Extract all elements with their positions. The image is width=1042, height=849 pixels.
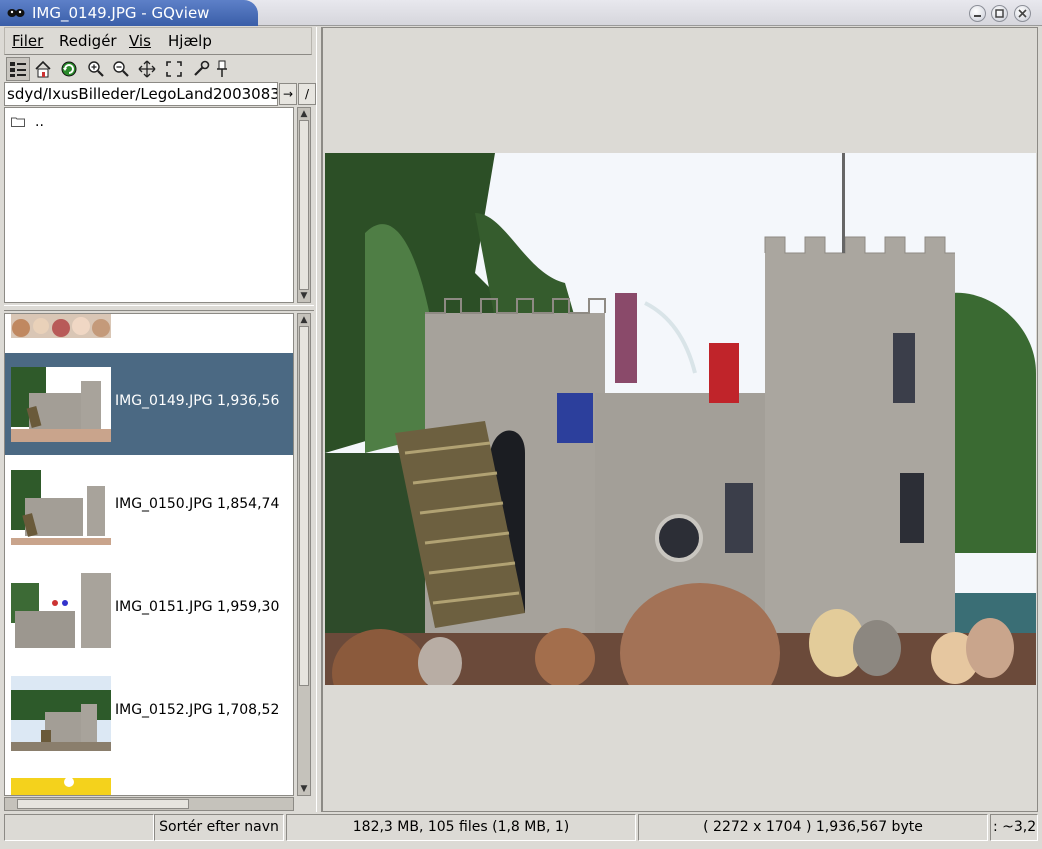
minimize-button[interactable] [969, 5, 986, 22]
thumbnail-image [11, 367, 111, 442]
thumbnail-hscrollbar[interactable] [4, 797, 294, 811]
window-title-tab: IMG_0149.JPG - GQview [0, 0, 258, 26]
status-image-info: ( 2272 x 1704 ) 1,936,567 byte [638, 814, 988, 841]
thumbnail-row[interactable]: IMG_0150.JPG 1,854,74 [5, 456, 293, 558]
close-button[interactable] [1014, 5, 1031, 22]
scroll-down-icon[interactable]: ▼ [299, 290, 309, 302]
window-titlebar[interactable]: IMG_0149.JPG - GQview [0, 0, 1042, 26]
thumbnail-scroll-thumb[interactable] [299, 326, 309, 686]
zoom-out-icon [113, 61, 129, 77]
path-input[interactable]: sdyd/IxusBilleder/LegoLand20030830 [4, 82, 278, 106]
scroll-up-icon[interactable]: ▲ [299, 314, 309, 326]
thumbnail-hscroll-thumb[interactable] [17, 799, 189, 809]
zoom-out-button[interactable] [109, 57, 133, 81]
go-arrow-icon: → [282, 87, 294, 101]
menu-hjaelp[interactable]: Hjælp [168, 32, 212, 50]
fullscreen-icon [166, 61, 182, 77]
menu-vis[interactable]: Vis [129, 32, 151, 50]
preferences-icon [194, 60, 210, 76]
thumbnail-row[interactable]: IMG_0149.JPG 1,936,56 [5, 353, 293, 455]
thumbnail-image-partial [11, 778, 111, 795]
zoom-in-button[interactable] [84, 57, 108, 81]
path-bar: sdyd/IxusBilleder/LegoLand20030830 → / [4, 82, 316, 106]
window-title: IMG_0149.JPG - GQview [32, 4, 210, 22]
thumbnails-toggle-button[interactable] [6, 57, 30, 81]
thumbnail-image [11, 676, 111, 751]
maximize-icon [995, 9, 1004, 18]
pane-divider[interactable] [4, 305, 314, 311]
close-icon [1018, 9, 1027, 18]
fullscreen-button[interactable] [162, 57, 186, 81]
dir-item-parent[interactable]: .. [11, 114, 44, 130]
thumbnail-row[interactable]: IMG_0151.JPG 1,959,30 [5, 559, 293, 661]
menu-filer[interactable]: Filer [12, 32, 43, 50]
dir-item-label: .. [35, 114, 44, 130]
thumbnail-image-partial [11, 314, 111, 338]
path-go-button[interactable]: → [279, 83, 297, 105]
home-button[interactable] [31, 57, 55, 81]
menubar: Filer Redigér Vis Hjælp [4, 27, 312, 55]
float-icon [217, 60, 227, 77]
refresh-icon [61, 61, 77, 77]
zoom-fit-icon [138, 60, 156, 78]
zoom-fit-button[interactable] [135, 57, 159, 81]
scroll-up-icon[interactable]: ▲ [299, 108, 309, 120]
thumbnail-row[interactable]: IMG_0152.JPG 1,708,52 [5, 662, 293, 764]
thumbnail-label: IMG_0150.JPG 1,854,74 [115, 496, 280, 512]
home-icon [35, 60, 51, 78]
thumbnail-list[interactable]: IMG_0149.JPG 1,936,56 IMG_0150.JPG 1,854… [4, 313, 294, 796]
thumbnail-label: IMG_0149.JPG 1,936,56 [115, 393, 280, 409]
thumbnail-label: IMG_0151.JPG 1,959,30 [115, 599, 280, 615]
status-spacer [4, 814, 154, 841]
dirlist-scroll-thumb[interactable] [299, 120, 309, 290]
refresh-button[interactable] [57, 57, 81, 81]
minimize-icon [974, 15, 981, 17]
thumbnail-label: IMG_0152.JPG 1,708,52 [115, 702, 280, 718]
path-root-button[interactable]: / [298, 83, 316, 105]
image-display[interactable] [325, 153, 1036, 685]
thumbnails-icon [10, 62, 26, 77]
folder-icon [11, 117, 25, 127]
image-view[interactable] [322, 27, 1038, 812]
float-button[interactable] [210, 57, 234, 81]
thumbnail-scrollbar[interactable]: ▲ ▼ [297, 313, 311, 796]
dirlist-scrollbar[interactable]: ▲ ▼ [297, 107, 311, 303]
toolbar [4, 57, 314, 81]
status-bar: Sortér efter navn 182,3 MB, 105 files (1… [0, 812, 1042, 842]
status-summary: 182,3 MB, 105 files (1,8 MB, 1) [286, 814, 636, 841]
menu-rediger[interactable]: Redigér [59, 32, 117, 50]
directory-list[interactable]: .. [4, 107, 294, 303]
thumbnail-image [11, 470, 111, 545]
sort-button[interactable]: Sortér efter navn [154, 814, 284, 841]
maximize-button[interactable] [991, 5, 1008, 22]
thumbnail-image [11, 573, 111, 648]
gqview-app-icon [7, 9, 25, 17]
scroll-down-icon[interactable]: ▼ [299, 783, 309, 795]
status-zoom: : ~3,2 [990, 814, 1038, 841]
zoom-in-icon [88, 61, 104, 77]
